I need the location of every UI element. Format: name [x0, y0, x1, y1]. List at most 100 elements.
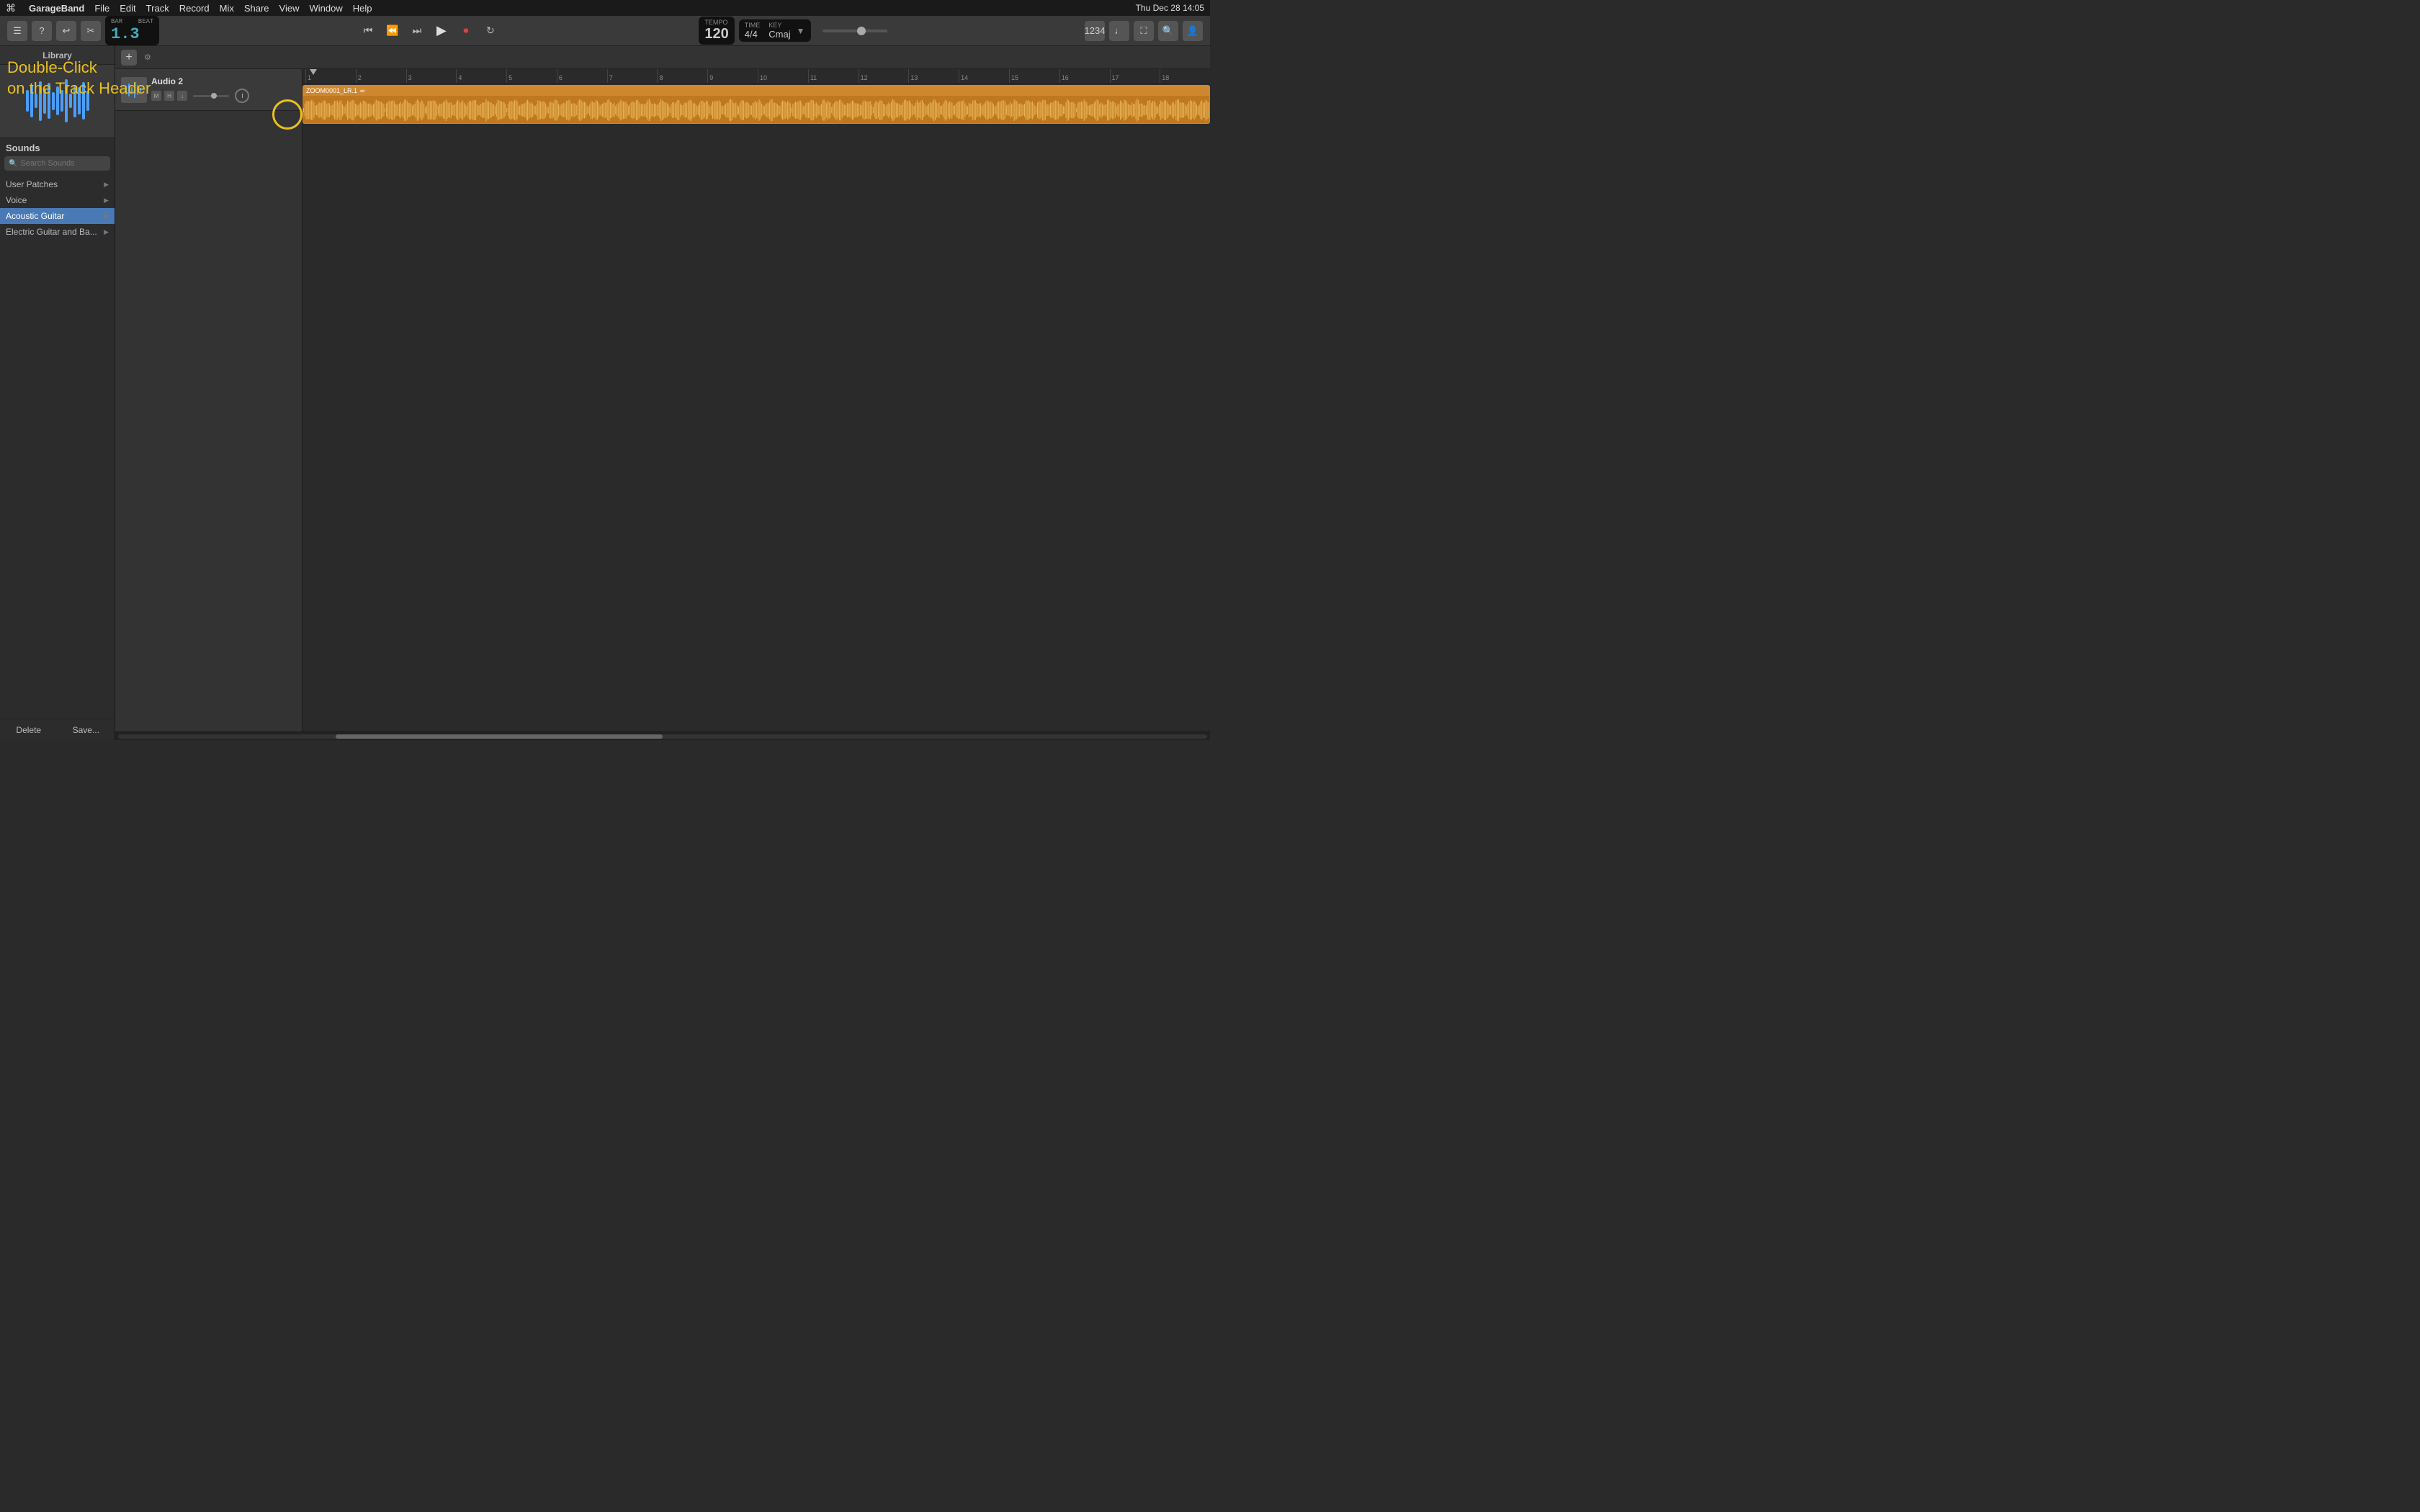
ruler-mark-10: 10	[758, 69, 808, 83]
download-button[interactable]: ↓	[177, 91, 187, 101]
key-info: KEY Cmaj	[768, 22, 790, 40]
menubar-window[interactable]: Window	[310, 3, 343, 14]
ruler-mark-14: 14	[959, 69, 1009, 83]
search-button[interactable]: 🔍	[1158, 21, 1178, 41]
tracks-container: Audio 2 M H ↓	[115, 69, 1210, 732]
tempo-info: TEMPO 120	[704, 19, 728, 42]
user-button[interactable]: 👤	[1183, 21, 1203, 41]
ruler-mark-2: 2	[356, 69, 406, 83]
waveform-bar-2	[30, 85, 33, 117]
library-item-voice[interactable]: Voice ▶	[0, 192, 115, 208]
track-header-audio2[interactable]: Audio 2 M H ↓	[115, 69, 302, 111]
search-icon: 🔍	[9, 160, 17, 168]
audio-clip-zoom0001[interactable]: ZOOM0001_LR.1 ∞ // Will be rendered via …	[302, 85, 1210, 124]
pan-indicator	[242, 94, 243, 98]
position-display: BAR BEAT 1.3	[105, 16, 159, 45]
delete-button[interactable]: Delete	[0, 719, 58, 740]
key-dropdown-arrow: ▼	[797, 26, 805, 36]
library-item-label: Electric Guitar and Ba...	[6, 227, 97, 237]
track-name: Audio 2	[151, 76, 296, 86]
headphone-button[interactable]: H	[164, 91, 174, 101]
menubar-right-area: Thu Dec 28 14:05	[1136, 3, 1204, 13]
loop-button[interactable]: ↻	[480, 21, 501, 41]
track-options-icon[interactable]: ⚙	[144, 53, 151, 62]
tuner-button[interactable]: ♩	[1109, 21, 1129, 41]
waveform-bar-6	[48, 83, 50, 119]
ruler-mark-16: 16	[1059, 69, 1110, 83]
menubar-app[interactable]: GarageBand	[29, 3, 84, 14]
record-button[interactable]: ⏺	[455, 21, 477, 41]
clip-label: ZOOM0001_LR.1	[306, 87, 357, 94]
ruler-mark-7: 7	[607, 69, 658, 83]
library-item-acoustic-guitar[interactable]: Acoustic Guitar ▶	[0, 208, 115, 224]
chevron-right-icon: ▶	[104, 197, 109, 204]
tempo-label: TEMPO	[704, 19, 728, 26]
playhead	[310, 69, 317, 75]
track-thumbnail	[121, 77, 147, 103]
library-item-user-patches[interactable]: User Patches ▶	[0, 176, 115, 192]
help-button[interactable]: ?	[32, 21, 52, 41]
ruler-mark-8: 8	[657, 69, 707, 83]
smart-controls-icon: 1234	[1085, 25, 1106, 36]
ruler-mark-5: 5	[506, 69, 557, 83]
library-toggle-button[interactable]: ☰	[7, 21, 27, 41]
track-waveform-icon	[124, 80, 144, 100]
save-button[interactable]: Save...	[58, 719, 115, 740]
undo-button[interactable]: ↩	[56, 21, 76, 41]
bar-label: BAR BEAT	[111, 18, 153, 25]
rewind-button[interactable]: ⏪	[382, 21, 403, 41]
time-sig-key-display[interactable]: TIME 4/4 KEY Cmaj ▼	[739, 19, 811, 42]
menubar-file[interactable]: File	[94, 3, 109, 14]
clip-header: ZOOM0001_LR.1 ∞	[303, 86, 1209, 96]
horizontal-scrollbar[interactable]	[118, 734, 1207, 739]
scrollbar-thumb	[336, 734, 663, 739]
ruler-mark-15: 15	[1009, 69, 1059, 83]
prev-marker-button[interactable]: ⏭	[406, 21, 428, 41]
waveform-bar-14	[82, 82, 85, 120]
track-volume-thumb	[211, 93, 217, 99]
library-item-label: User Patches	[6, 179, 58, 189]
waveform-bar-11	[69, 94, 72, 108]
apple-menu-icon[interactable]: ⌘	[6, 2, 16, 14]
play-button[interactable]: ▶	[431, 21, 452, 41]
track-volume-slider[interactable]	[193, 95, 229, 97]
menubar-share[interactable]: Share	[244, 3, 269, 14]
menubar-view[interactable]: View	[279, 3, 300, 14]
mute-button[interactable]: M	[151, 91, 161, 101]
volume-thumb	[857, 27, 866, 35]
library-item-label: Acoustic Guitar	[6, 211, 64, 221]
time-sig-info: TIME 4/4	[745, 22, 761, 40]
library-list: User Patches ▶ Voice ▶ Acoustic Guitar ▶…	[0, 176, 115, 240]
ruler-mark-9: 9	[707, 69, 758, 83]
add-track-button[interactable]: +	[121, 50, 137, 66]
time-sig-label: TIME	[745, 22, 761, 29]
scrollbar-area	[115, 732, 1210, 740]
waveform-bar-9	[60, 90, 63, 112]
track-controls: M H ↓	[151, 89, 296, 103]
menubar-track[interactable]: Track	[146, 3, 169, 14]
library-item-label: Voice	[6, 195, 27, 205]
menubar-record[interactable]: Record	[179, 3, 210, 14]
tempo-display[interactable]: TEMPO 120	[699, 17, 734, 45]
track-pan-knob[interactable]	[235, 89, 249, 103]
library-panel: Library Sound	[0, 46, 115, 740]
fullscreen-button[interactable]: ⛶	[1134, 21, 1154, 41]
waveform-bar-15	[86, 91, 89, 111]
menubar-edit[interactable]: Edit	[120, 3, 135, 14]
waveform-bar-4	[39, 81, 42, 121]
search-sounds-input[interactable]	[20, 159, 106, 168]
waveform-bar-5	[43, 89, 46, 114]
transport-controls: ⏮ ⏪ ⏭ ▶ ⏺ ↻	[357, 21, 501, 41]
rewind-to-start-button[interactable]: ⏮	[357, 21, 379, 41]
menubar-mix[interactable]: Mix	[220, 3, 234, 14]
master-volume-slider[interactable]	[823, 30, 887, 32]
menubar-help[interactable]: Help	[353, 3, 372, 14]
track-info: Audio 2 M H ↓	[151, 76, 296, 103]
waveform-bar-8	[56, 86, 59, 115]
library-item-electric-guitar[interactable]: Electric Guitar and Ba... ▶	[0, 224, 115, 240]
search-box[interactable]: 🔍	[4, 156, 110, 171]
timeline-area: 1 2 3 4 5 6 7 8 9 10 11 12 13 14	[302, 69, 1210, 732]
cut-button[interactable]: ✂	[81, 21, 101, 41]
smart-controls-button[interactable]: 1234	[1085, 21, 1105, 41]
library-title: Library	[42, 50, 72, 60]
